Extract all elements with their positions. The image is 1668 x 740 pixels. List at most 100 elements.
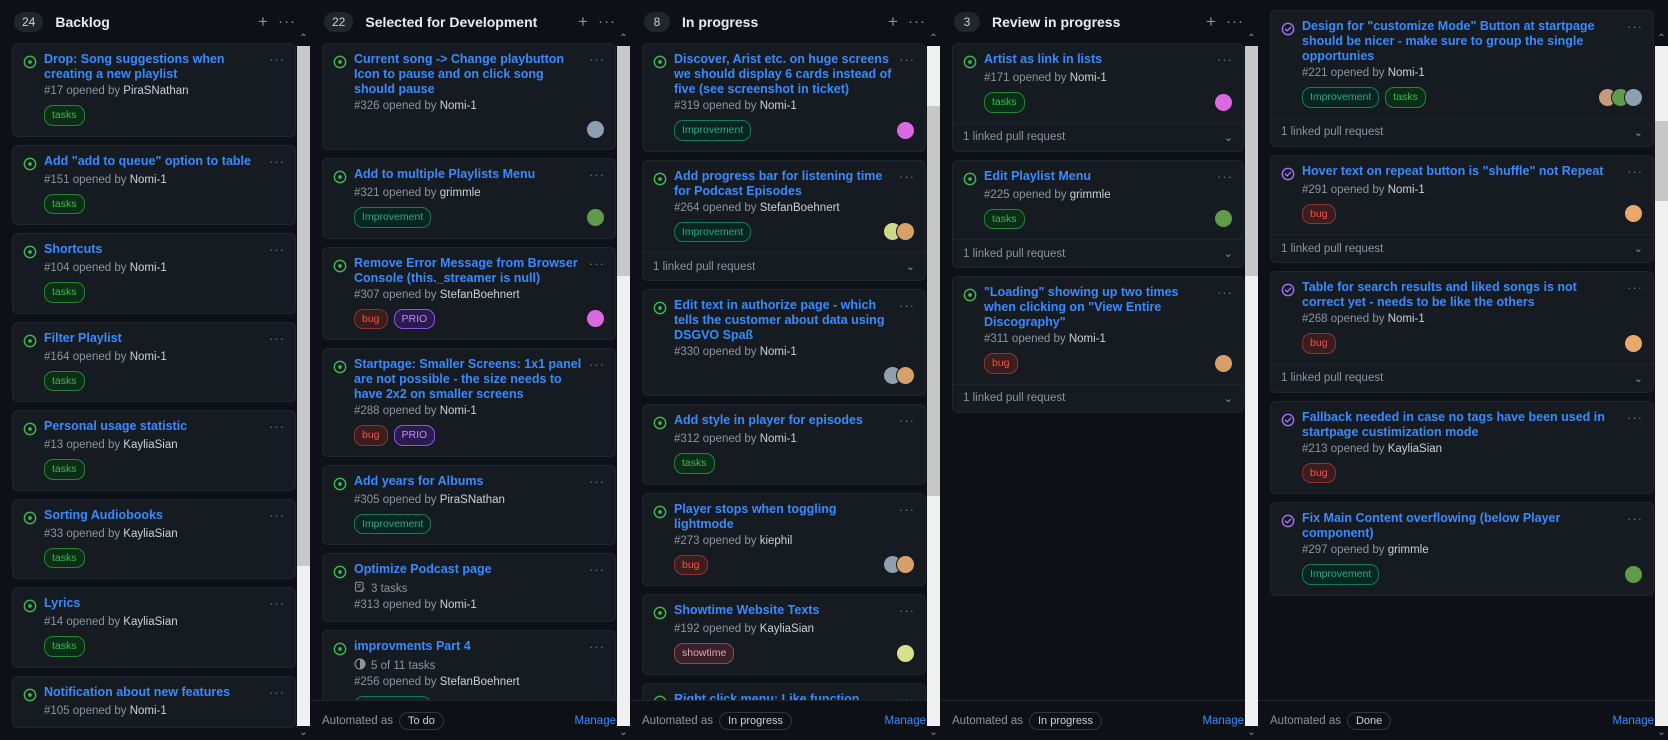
issue-title-link[interactable]: Lyrics — [44, 596, 262, 611]
scrollbar-thumb[interactable] — [1655, 121, 1668, 201]
card-menu-button[interactable]: ··· — [269, 686, 285, 699]
issue-label[interactable]: PRIO — [393, 425, 436, 446]
issue-label[interactable]: tasks — [44, 193, 85, 214]
card-menu-button[interactable]: ··· — [589, 563, 605, 576]
scroll-down-arrow[interactable]: ⌄ — [1247, 726, 1255, 740]
add-card-button[interactable]: + — [1200, 11, 1222, 33]
issue-card[interactable]: Add years for Albums ··· #305 opened by Pi… — [322, 464, 616, 545]
issue-card[interactable]: Hover text on repeat button is "shuffle"… — [1270, 154, 1654, 263]
issue-card[interactable]: Personal usage statistic ··· #13 opened by… — [12, 410, 296, 491]
issue-title-link[interactable]: Fallback needed in case no tags have bee… — [1302, 410, 1620, 440]
scroll-up-arrow[interactable]: ⌃ — [1657, 32, 1665, 46]
card-menu-button[interactable]: ··· — [1627, 165, 1643, 178]
issue-title-link[interactable]: Player stops when toggling lightmode — [674, 502, 892, 532]
issue-title-link[interactable]: Discover, Arist etc. on huge screens we … — [674, 52, 892, 97]
add-card-button[interactable]: + — [572, 11, 594, 33]
issue-card[interactable]: Current song -> Change playbutton Icon t… — [322, 43, 616, 150]
issue-label[interactable]: tasks — [984, 92, 1025, 113]
issue-card[interactable]: Edit Playlist Menu ··· #225 opened by grim… — [952, 159, 1244, 268]
card-menu-button[interactable]: ··· — [269, 332, 285, 345]
chevron-down-icon[interactable]: ⌄ — [1224, 247, 1233, 260]
scroll-up-arrow[interactable]: ⌃ — [299, 32, 307, 46]
scroll-down-arrow[interactable]: ⌄ — [619, 726, 627, 740]
issue-card[interactable]: improvments Part 4 ··· 5 of 11 tasks #256 o… — [322, 630, 616, 700]
column-scrollbar-backlog[interactable]: ⌃ ⌄ — [297, 32, 310, 740]
issue-title-link[interactable]: Personal usage statistic — [44, 419, 262, 434]
issue-title-link[interactable]: Right click menu: Like function need to … — [674, 692, 892, 701]
issue-card[interactable]: Fallback needed in case no tags have bee… — [1270, 400, 1654, 494]
chevron-down-icon[interactable]: ⌄ — [1634, 242, 1643, 255]
linked-pull-request-row[interactable]: 1 linked pull request ⌄ — [953, 122, 1243, 151]
issue-label[interactable]: tasks — [674, 453, 715, 474]
scrollbar-track[interactable] — [617, 46, 630, 726]
issue-card[interactable]: Player stops when toggling lightmode ··· #… — [642, 492, 926, 586]
column-cards-done[interactable]: Design for "customize Mode" Button at st… — [1258, 10, 1668, 700]
chevron-down-icon[interactable]: ⌄ — [1224, 131, 1233, 144]
issue-card[interactable]: Table for search results and liked songs… — [1270, 271, 1654, 393]
issue-title-link[interactable]: Add style in player for episodes — [674, 413, 892, 428]
issue-card[interactable]: Add style in player for episodes ··· #312 … — [642, 404, 926, 485]
card-menu-button[interactable]: ··· — [589, 358, 605, 371]
issue-card[interactable]: Sorting Audiobooks ··· #33 opened by Kayli… — [12, 498, 296, 579]
scrollbar-thumb[interactable] — [297, 46, 310, 566]
column-scrollbar-selected[interactable]: ⌃ ⌄ — [617, 32, 630, 740]
issue-label[interactable]: tasks — [1385, 87, 1426, 108]
column-scrollbar-inprogress[interactable]: ⌃ ⌄ — [927, 32, 940, 740]
issue-title-link[interactable]: Notification about new features — [44, 685, 262, 700]
linked-pull-request-row[interactable]: 1 linked pull request ⌄ — [953, 239, 1243, 267]
avatar[interactable] — [896, 555, 915, 575]
card-menu-button[interactable]: ··· — [269, 155, 285, 168]
issue-title-link[interactable]: Drop: Song suggestions when creating a n… — [44, 52, 262, 82]
avatar[interactable] — [896, 643, 915, 663]
issue-title-link[interactable]: Showtime Website Texts — [674, 603, 892, 618]
issue-label[interactable]: tasks — [44, 282, 85, 303]
issue-label[interactable]: Improvement — [674, 120, 752, 141]
issue-card[interactable]: Startpage: Smaller Screens: 1x1 panel ar… — [322, 348, 616, 457]
manage-automation-link[interactable]: Manage — [574, 715, 616, 727]
avatar[interactable] — [1624, 564, 1643, 584]
scrollbar-thumb[interactable] — [617, 46, 630, 276]
card-menu-button[interactable]: ··· — [269, 243, 285, 256]
issue-title-link[interactable]: Remove Error Message from Browser Consol… — [354, 256, 582, 286]
issue-card[interactable]: Discover, Arist etc. on huge screens we … — [642, 43, 926, 152]
scroll-down-arrow[interactable]: ⌄ — [299, 726, 307, 740]
card-menu-button[interactable]: ··· — [899, 53, 915, 66]
issue-card[interactable]: Optimize Podcast page ··· 3 tasks #313 open… — [322, 553, 616, 622]
issue-card[interactable]: Filter Playlist ··· #164 opened by Nomi-1 t… — [12, 321, 296, 402]
column-menu-button[interactable]: ··· — [596, 11, 618, 33]
issue-label[interactable]: Improvement — [674, 221, 752, 242]
manage-automation-link[interactable]: Manage — [1612, 715, 1654, 727]
chevron-down-icon[interactable]: ⌄ — [1634, 372, 1643, 385]
card-menu-button[interactable]: ··· — [269, 597, 285, 610]
issue-label[interactable]: tasks — [44, 105, 85, 126]
issue-label[interactable]: PRIO — [393, 308, 436, 329]
card-menu-button[interactable]: ··· — [589, 640, 605, 653]
manage-automation-link[interactable]: Manage — [1202, 715, 1244, 727]
avatar[interactable] — [1624, 204, 1643, 224]
issue-label[interactable]: tasks — [44, 636, 85, 657]
avatar[interactable] — [1624, 87, 1643, 107]
scrollbar-track[interactable] — [1245, 46, 1258, 726]
issue-card[interactable]: Add progress bar for listening time for … — [642, 159, 926, 281]
linked-pull-request-row[interactable]: 1 linked pull request ⌄ — [953, 383, 1243, 412]
card-menu-button[interactable]: ··· — [1217, 170, 1233, 183]
issue-card[interactable]: Edit text in authorize page - which tell… — [642, 289, 926, 396]
card-menu-button[interactable]: ··· — [1627, 411, 1643, 424]
card-menu-button[interactable]: ··· — [269, 509, 285, 522]
issue-label[interactable]: bug — [354, 425, 388, 446]
issue-card[interactable]: Lyrics ··· #14 opened by KayliaSian tasks — [12, 587, 296, 668]
issue-title-link[interactable]: Add progress bar for listening time for … — [674, 169, 892, 199]
issue-title-link[interactable]: Optimize Podcast page — [354, 562, 582, 577]
column-cards-inprogress[interactable]: Discover, Arist etc. on huge screens we … — [630, 43, 940, 700]
issue-label[interactable]: bug — [984, 353, 1018, 374]
issue-card[interactable]: "Loading" showing up two times when clic… — [952, 276, 1244, 413]
issue-card[interactable]: Add to multiple Playlists Menu ··· #321 op… — [322, 158, 616, 239]
scroll-down-arrow[interactable]: ⌄ — [1657, 726, 1665, 740]
column-menu-button[interactable]: ··· — [276, 11, 298, 33]
column-cards-review[interactable]: Artist as link in lists ··· #171 opened by… — [940, 43, 1258, 700]
scrollbar-track[interactable] — [1655, 46, 1668, 726]
chevron-down-icon[interactable]: ⌄ — [906, 260, 915, 273]
card-menu-button[interactable]: ··· — [899, 604, 915, 617]
issue-label[interactable]: Improvement — [354, 696, 432, 700]
issue-label[interactable]: bug — [354, 308, 388, 329]
